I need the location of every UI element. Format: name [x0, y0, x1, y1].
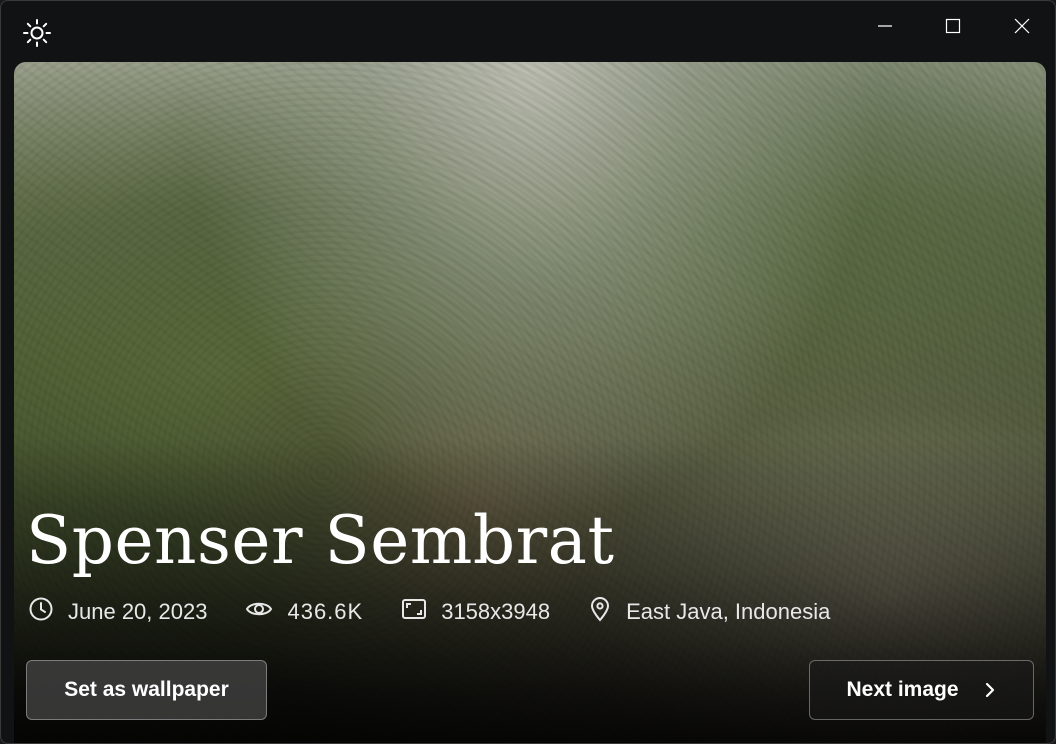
photo-date: June 20, 2023	[28, 596, 207, 628]
photo-resolution: 3158x3948	[401, 596, 550, 628]
close-icon	[1014, 18, 1030, 34]
next-image-button[interactable]: Next image	[809, 660, 1034, 720]
set-as-wallpaper-label: Set as wallpaper	[64, 678, 229, 701]
wallpaper-preview-image: Spenser Sembrat June 20, 2023 436.6K 315…	[14, 62, 1046, 743]
sun-icon[interactable]	[21, 17, 53, 49]
next-image-label: Next image	[846, 678, 959, 701]
chevron-right-icon	[983, 681, 997, 699]
set-as-wallpaper-button[interactable]: Set as wallpaper	[26, 660, 267, 720]
title-bar[interactable]	[1, 1, 1055, 59]
photo-metadata: June 20, 2023 436.6K 3158x3948 East Java…	[28, 596, 868, 628]
close-button[interactable]	[993, 7, 1051, 45]
maximize-button[interactable]	[924, 7, 982, 45]
location-pin-icon	[588, 596, 626, 628]
photographer-name: Spenser Sembrat	[26, 502, 615, 579]
minimize-button[interactable]	[856, 7, 914, 45]
minimize-icon	[877, 18, 893, 34]
photo-views: 436.6K	[245, 596, 363, 628]
app-window: Spenser Sembrat June 20, 2023 436.6K 315…	[0, 0, 1056, 744]
aspect-ratio-icon	[401, 596, 441, 628]
image-gradient-overlay	[14, 62, 1046, 743]
photo-resolution-text: 3158x3948	[441, 599, 551, 624]
photo-views-text: 436.6K	[287, 599, 364, 624]
clock-icon	[28, 596, 68, 628]
maximize-icon	[945, 18, 961, 34]
photo-date-text: June 20, 2023	[68, 599, 208, 624]
eye-icon	[245, 596, 287, 628]
photo-location-text: East Java, Indonesia	[626, 599, 831, 624]
photo-location: East Java, Indonesia	[588, 596, 830, 628]
